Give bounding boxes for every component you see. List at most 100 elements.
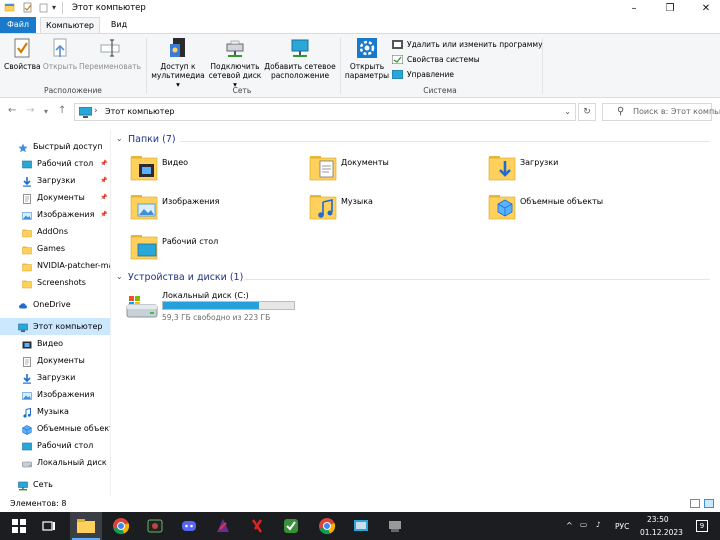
chrome-profile-icon[interactable]	[318, 517, 336, 535]
nav-item-label: Этот компьютер	[33, 322, 103, 331]
minimize-button[interactable]: –	[620, 0, 648, 17]
devices-section-header[interactable]: Устройства и диски (1)	[128, 272, 243, 283]
nav-item[interactable]: Screenshots	[0, 274, 110, 291]
screen-tool-icon[interactable]	[352, 517, 370, 535]
details-view-icon[interactable]	[690, 499, 700, 508]
search-input[interactable]: Поиск в: Этот компьютер	[633, 107, 720, 116]
nav-item[interactable]: AddOns	[0, 223, 110, 240]
forward-arrow-icon[interactable]: →	[26, 105, 34, 116]
tray-up-chevron-icon[interactable]: ^	[566, 521, 573, 530]
chrome-icon[interactable]	[112, 517, 130, 535]
tab-view[interactable]: Вид	[104, 17, 134, 33]
up-arrow-icon[interactable]: ↑	[58, 105, 66, 116]
device-manager-icon[interactable]	[386, 517, 404, 535]
new-folder-quick-icon[interactable]	[38, 2, 49, 13]
explorer-app-icon[interactable]	[4, 2, 15, 13]
nav-item[interactable]: OneDrive	[0, 296, 110, 313]
nav-item[interactable]: Рабочий стол 📌	[0, 155, 110, 172]
folder-tile[interactable]: Видео	[130, 151, 300, 187]
task-view-icon[interactable]	[40, 517, 58, 535]
folder-tile[interactable]: Музыка	[309, 190, 479, 226]
nav-item[interactable]: Изображения 📌	[0, 206, 110, 223]
nav-item[interactable]: Рабочий стол	[0, 437, 110, 454]
windows-start-icon[interactable]	[10, 517, 28, 535]
back-arrow-icon[interactable]: ←	[8, 105, 16, 116]
folders-section-header[interactable]: Папки (7)	[128, 134, 176, 145]
3d-objects-icon	[22, 424, 32, 435]
cloud-icon	[18, 300, 28, 309]
gear-icon	[355, 36, 379, 60]
hard-drive-icon	[125, 295, 159, 323]
properties-button[interactable]: Свойства	[4, 36, 41, 71]
nav-item[interactable]: Документы 📌	[0, 189, 110, 206]
add-network-location-button[interactable]: Добавить сетевое расположение	[264, 36, 336, 80]
nav-item-label: Видео	[37, 339, 64, 348]
nav-item[interactable]: Изображения	[0, 386, 110, 403]
drive-name: Локальный диск (C:)	[162, 291, 249, 300]
volume-tray-icon[interactable]: ♪	[596, 520, 601, 529]
desktop-folder-icon	[130, 230, 158, 262]
tab-file[interactable]: Файл	[0, 17, 36, 33]
folder-tile[interactable]: Загрузки	[488, 151, 658, 187]
close-button[interactable]: ✕	[692, 0, 720, 17]
ribbon-tabs: Файл Компьютер Вид	[0, 17, 720, 33]
folder-tile[interactable]: Рабочий стол	[130, 230, 300, 266]
rename-icon	[98, 36, 122, 60]
music-icon	[22, 407, 32, 418]
collapse-chevron-icon[interactable]: ⌄	[116, 134, 123, 143]
clock-time[interactable]: 23:50	[647, 515, 669, 524]
nav-item[interactable]: Загрузки	[0, 369, 110, 386]
refresh-button[interactable]: ↻	[578, 103, 596, 121]
taskbar-file-explorer-active[interactable]	[70, 512, 102, 540]
nav-item[interactable]: NVIDIA-patcher-ma	[0, 257, 110, 274]
keyboard-language[interactable]: РУС	[615, 522, 629, 531]
folder-tile[interactable]: Изображения	[130, 190, 300, 226]
nav-item[interactable]: Музыка	[0, 403, 110, 420]
uninstall-icon	[392, 40, 403, 49]
clock-date[interactable]: 01.12.2023	[640, 528, 683, 537]
open-icon	[48, 36, 72, 60]
manage-button[interactable]: Управление	[391, 68, 454, 81]
open-button[interactable]: Открыть	[42, 36, 78, 71]
pictures-icon	[22, 210, 32, 220]
nav-item[interactable]: Документы	[0, 352, 110, 369]
uninstall-program-button[interactable]: Удалить или изменить программу	[392, 38, 543, 51]
rename-button[interactable]: Переименовать	[78, 36, 142, 71]
game-launcher-icon[interactable]	[214, 517, 232, 535]
breadcrumb-this-pc[interactable]: Этот компьютер	[105, 107, 174, 116]
nav-item[interactable]: Games	[0, 240, 110, 257]
nav-item[interactable]: Этот компьютер	[0, 318, 110, 335]
address-bar[interactable]: › Этот компьютер ⌄	[74, 103, 576, 121]
folder-tile[interactable]: Объемные объекты	[488, 190, 658, 226]
open-settings-label-2: параметры	[344, 71, 390, 80]
nav-item[interactable]: Быстрый доступ	[0, 138, 110, 155]
nav-item[interactable]: Локальный диск (C	[0, 454, 110, 471]
open-settings-button[interactable]: Открыть параметры	[344, 36, 390, 80]
network-tray-icon[interactable]: ▭	[580, 520, 587, 529]
search-box[interactable]: ⚲ Поиск в: Этот компьютер	[602, 103, 720, 121]
media-access-button[interactable]: Доступ к мультимедиа ▾	[150, 36, 206, 89]
discord-icon[interactable]	[180, 517, 198, 535]
add-location-label-2: расположение	[270, 71, 330, 80]
red-app-icon[interactable]	[248, 517, 266, 535]
collapse-chevron-icon[interactable]: ⌄	[116, 272, 123, 281]
maximize-button[interactable]: ❐	[656, 0, 684, 17]
folder-icon	[22, 278, 32, 289]
system-properties-button[interactable]: Свойства системы	[391, 53, 480, 66]
large-icons-view-icon[interactable]	[704, 499, 714, 508]
nav-item[interactable]: Видео	[0, 335, 110, 352]
notifications-badge[interactable]: 9	[696, 520, 708, 532]
recent-locations-chevron-icon[interactable]: ▾	[44, 107, 48, 116]
open-label: Открыть	[42, 62, 78, 71]
nav-item[interactable]: Сеть	[0, 476, 110, 493]
folder-tile[interactable]: Документы	[309, 151, 479, 187]
address-dropdown-icon[interactable]: ⌄	[564, 107, 571, 116]
razer-app-icon[interactable]	[146, 517, 164, 535]
map-network-drive-button[interactable]: Подключить сетевой диск ▾	[206, 36, 264, 89]
nav-item[interactable]: Загрузки 📌	[0, 172, 110, 189]
properties-quick-icon[interactable]	[22, 2, 33, 13]
local-disk-c[interactable]: Локальный диск (C:) 59,3 ГБ свободно из …	[125, 291, 305, 323]
nav-item[interactable]: Объемные объекты	[0, 420, 110, 437]
tab-computer[interactable]: Компьютер	[40, 17, 100, 33]
utility-app-icon[interactable]	[282, 517, 300, 535]
